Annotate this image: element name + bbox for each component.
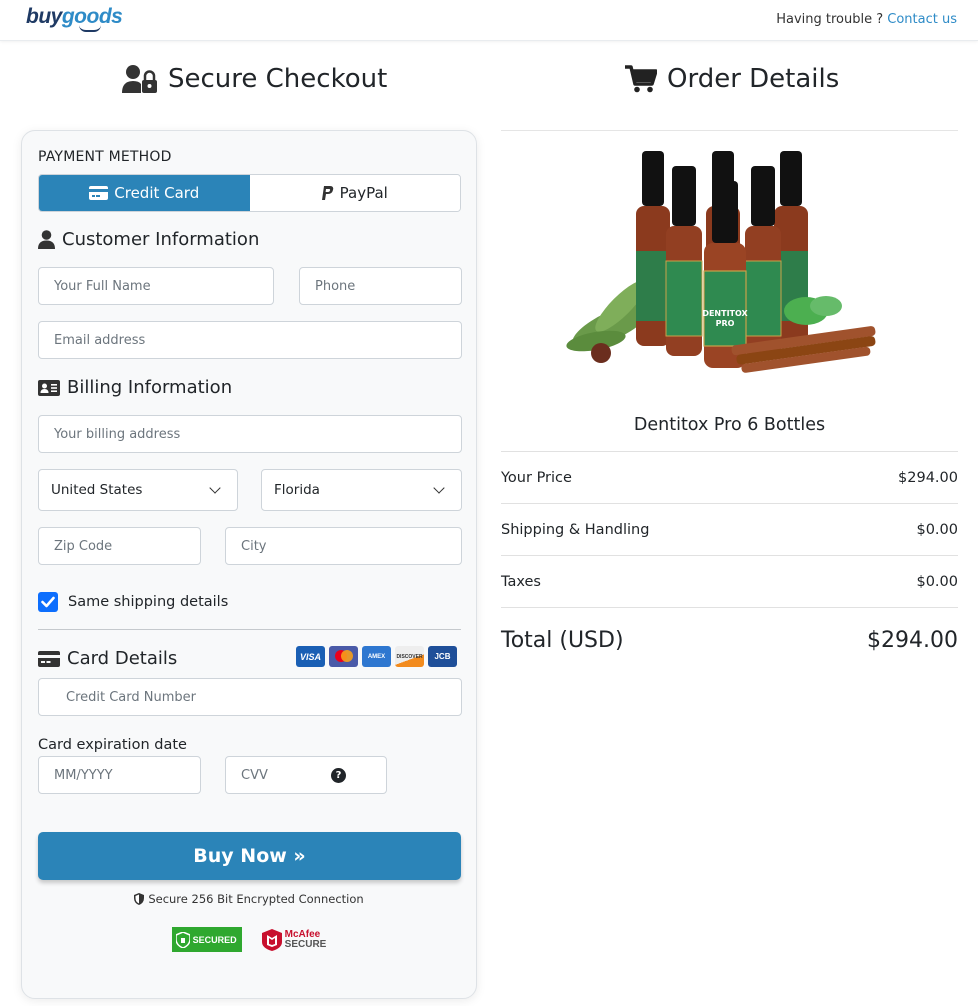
bottle bbox=[665, 166, 703, 356]
payment-method-tabs: Credit Card PayPal bbox=[38, 174, 461, 212]
question-circle-icon[interactable]: ? bbox=[331, 767, 346, 783]
logo-smile bbox=[79, 25, 101, 32]
security-badges: SECURED McAfee SECURE bbox=[22, 927, 476, 952]
checkmark-icon bbox=[41, 596, 55, 608]
expiry-field[interactable] bbox=[54, 767, 185, 783]
billing-address-input[interactable] bbox=[38, 415, 462, 453]
paypal-icon bbox=[321, 186, 333, 200]
chevron-down-icon bbox=[433, 482, 445, 494]
divider bbox=[38, 629, 461, 630]
full-name-input[interactable] bbox=[38, 267, 274, 305]
user-lock-icon bbox=[122, 65, 157, 93]
order-details-title: Order Details bbox=[625, 64, 839, 94]
user-icon bbox=[38, 230, 55, 249]
same-shipping-checkbox[interactable] bbox=[38, 592, 58, 612]
zip-code-input[interactable] bbox=[38, 527, 201, 565]
bottle bbox=[744, 166, 782, 356]
svg-text:PRO: PRO bbox=[716, 319, 735, 328]
credit-card-icon bbox=[89, 186, 109, 200]
tab-credit-card[interactable]: Credit Card bbox=[39, 175, 250, 211]
payment-method-label: PAYMENT METHOD bbox=[38, 149, 172, 165]
cvv-input[interactable]: ? bbox=[225, 756, 387, 794]
visa-icon: VISA bbox=[296, 646, 325, 667]
card-details-heading: Card Details bbox=[38, 648, 177, 669]
id-card-icon bbox=[38, 379, 60, 396]
checkout-form-panel: PAYMENT METHOD Credit Card PayPal Custom… bbox=[21, 130, 477, 999]
shield-icon bbox=[134, 893, 145, 905]
phone-input[interactable] bbox=[299, 267, 462, 305]
country-select[interactable]: United States bbox=[38, 469, 238, 511]
buy-now-button[interactable]: Buy Now » bbox=[38, 832, 461, 880]
amex-icon: AMEX bbox=[362, 646, 391, 667]
svg-text:DENTITOX: DENTITOX bbox=[702, 309, 748, 318]
city-input[interactable] bbox=[225, 527, 462, 565]
secure-checkout-title: Secure Checkout bbox=[122, 64, 387, 94]
bottle bbox=[636, 151, 670, 346]
customer-information-heading: Customer Information bbox=[38, 229, 259, 250]
mcafee-shield-icon bbox=[261, 928, 282, 951]
mcafee-badge[interactable]: McAfee SECURE bbox=[261, 927, 326, 952]
shopping-cart-icon bbox=[625, 65, 657, 93]
order-details-panel: DENTITOX PRO Dentitox Pro 6 Bottles Your… bbox=[501, 130, 958, 673]
same-shipping-row: Same shipping details bbox=[38, 592, 228, 612]
full-name-field[interactable] bbox=[54, 278, 258, 294]
jcb-icon: JCB bbox=[428, 646, 457, 667]
phone-field[interactable] bbox=[315, 278, 446, 294]
product-image: DENTITOX PRO bbox=[501, 131, 958, 381]
chevron-down-icon bbox=[209, 482, 221, 494]
expiration-label: Card expiration date bbox=[38, 737, 187, 753]
card-number-input[interactable] bbox=[38, 678, 462, 716]
secure-connection-text: Secure 256 Bit Encrypted Connection bbox=[22, 892, 476, 906]
taxes-row: Taxes $0.00 bbox=[501, 555, 958, 607]
discover-icon: DISCOVER bbox=[395, 646, 424, 667]
cvv-field[interactable] bbox=[241, 767, 331, 783]
contact-us-link[interactable]: Contact us bbox=[887, 12, 957, 27]
tab-paypal[interactable]: PayPal bbox=[249, 175, 460, 211]
mastercard-icon bbox=[329, 646, 358, 667]
buygoods-logo[interactable]: buygoods bbox=[26, 5, 123, 32]
email-field[interactable] bbox=[54, 332, 446, 348]
email-input[interactable] bbox=[38, 321, 462, 359]
help-text: Having trouble ? Contact us bbox=[776, 12, 957, 27]
product-name: Dentitox Pro 6 Bottles bbox=[633, 415, 826, 435]
credit-card-icon bbox=[38, 650, 60, 667]
accepted-cards: VISA AMEX DISCOVER JCB bbox=[296, 646, 457, 667]
top-bar: buygoods Having trouble ? Contact us bbox=[0, 0, 978, 41]
card-number-field[interactable] bbox=[66, 689, 446, 705]
same-shipping-label[interactable]: Same shipping details bbox=[68, 594, 228, 610]
expiry-input[interactable] bbox=[38, 756, 201, 794]
trustguard-badge[interactable]: SECURED bbox=[171, 927, 242, 952]
price-row: Your Price $294.00 bbox=[501, 451, 958, 503]
zip-code-field[interactable] bbox=[54, 538, 185, 554]
product-bottles-image: DENTITOX PRO bbox=[566, 151, 876, 373]
total-row: Total (USD) $294.00 bbox=[501, 607, 958, 673]
billing-information-heading: Billing Information bbox=[38, 377, 232, 398]
state-select[interactable]: Florida bbox=[261, 469, 462, 511]
shipping-row: Shipping & Handling $0.00 bbox=[501, 503, 958, 555]
billing-address-field[interactable] bbox=[54, 426, 446, 442]
shield-lock-icon bbox=[175, 931, 190, 948]
city-field[interactable] bbox=[241, 538, 446, 554]
